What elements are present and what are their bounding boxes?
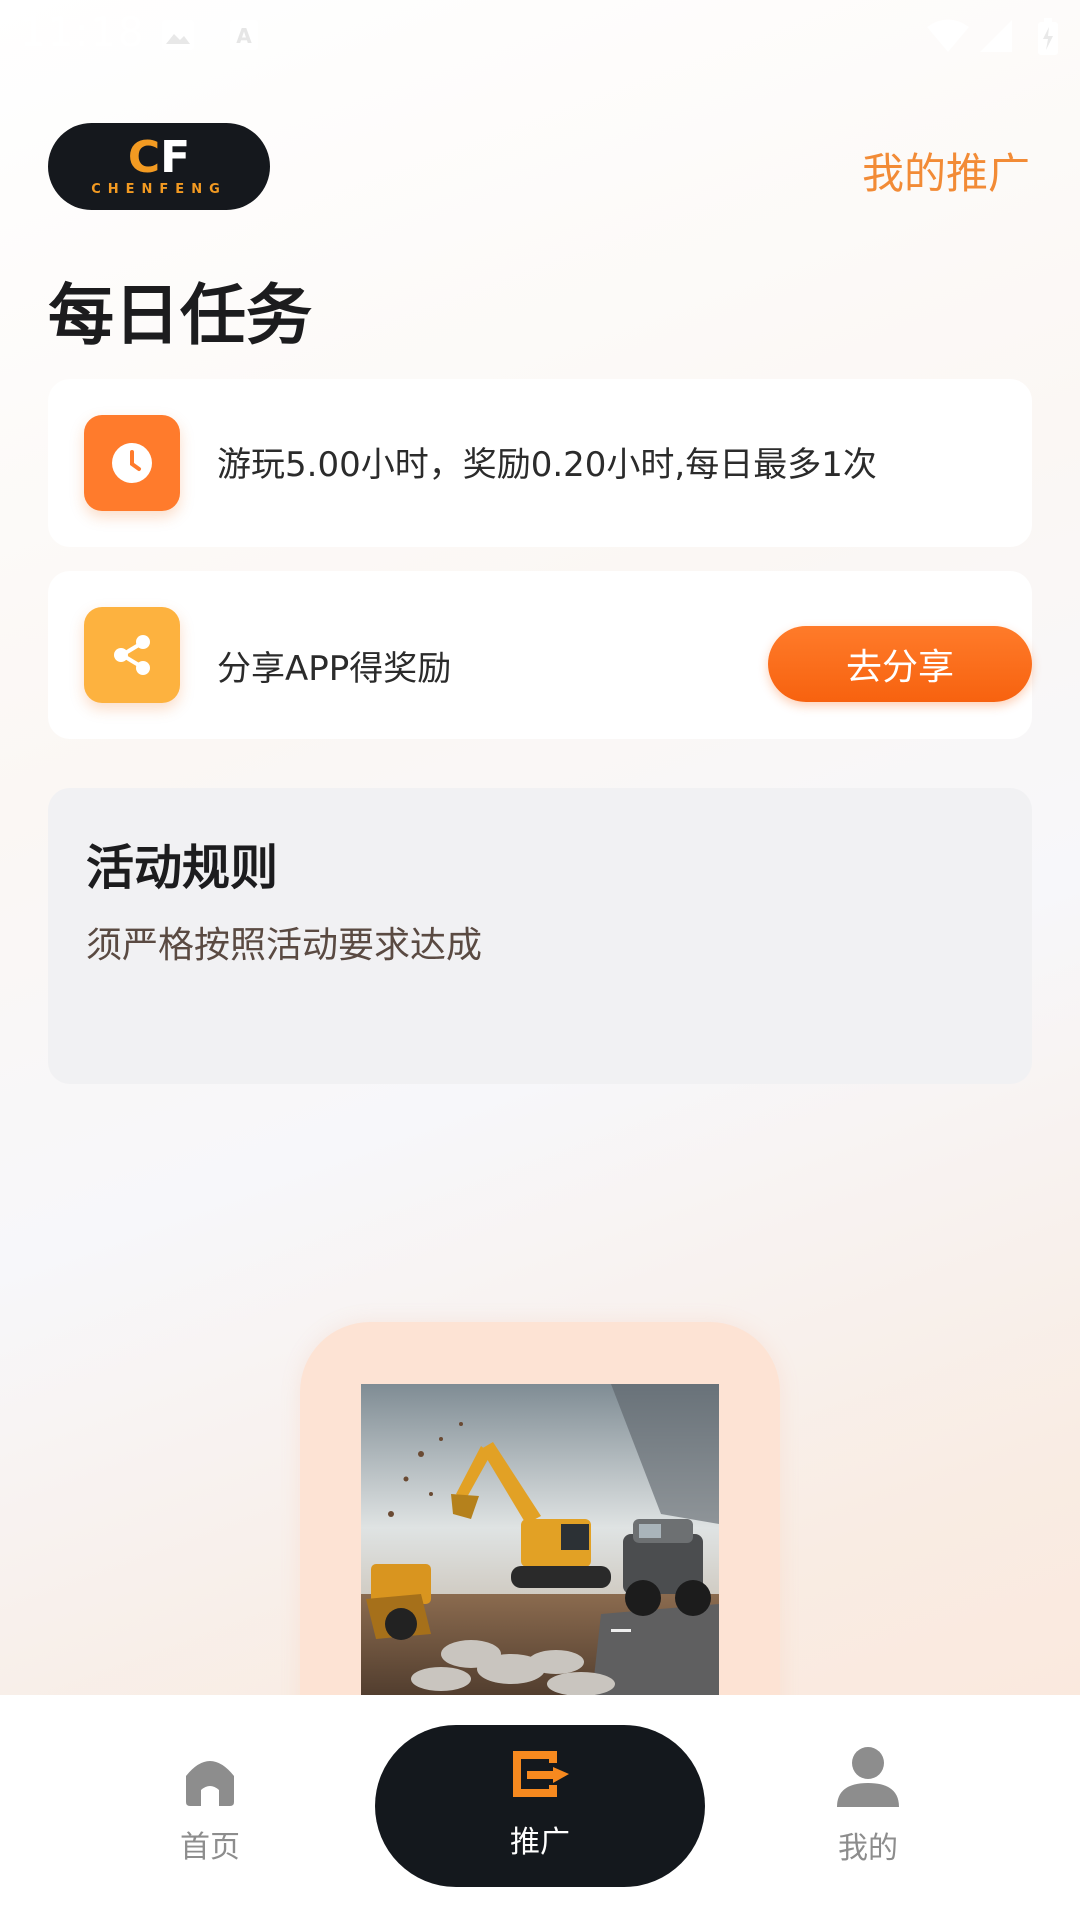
status-time: 11:18 — [20, 10, 146, 56]
svg-text:A: A — [236, 24, 252, 48]
user-icon — [837, 1747, 899, 1807]
logo-wordmark: CHENFENG — [91, 182, 227, 197]
task-card-share: 分享APP得奖励 去分享 — [48, 571, 1032, 739]
share-icon — [84, 607, 180, 703]
wifi-icon — [927, 19, 969, 52]
clock-icon — [84, 415, 180, 511]
signal-icon — [980, 20, 1012, 52]
image-notification-icon — [162, 20, 194, 50]
app-logo: CF CHENFENG — [48, 123, 270, 210]
task-card-playtime: 游玩5.00小时，奖励0.20小时,每日最多1次 — [48, 379, 1032, 547]
bottom-navigation: 首页 推广 我的 — [0, 1695, 1080, 1920]
nav-label: 首页 — [180, 1830, 240, 1865]
task-text: 游玩5.00小时，奖励0.20小时,每日最多1次 — [217, 445, 877, 485]
promo-image-excavator — [361, 1384, 719, 1704]
nav-label: 推广 — [510, 1825, 570, 1860]
nav-mine[interactable]: 我的 — [806, 1745, 930, 1867]
go-share-button[interactable]: 去分享 — [768, 626, 1032, 702]
nav-home[interactable]: 首页 — [148, 1750, 272, 1866]
home-icon — [186, 1761, 234, 1806]
activity-rules-panel: 活动规则 须严格按照活动要求达成 — [48, 788, 1032, 1084]
task-text: 分享APP得奖励 — [217, 649, 452, 689]
a-notification-icon: A — [230, 20, 258, 50]
nav-promotion[interactable]: 推广 — [375, 1725, 705, 1887]
battery-icon — [1038, 18, 1058, 55]
nav-label: 我的 — [838, 1831, 898, 1866]
page-title: 每日任务 — [48, 277, 312, 354]
status-bar: 11:18 A — [0, 0, 1080, 72]
promo-share-icon — [513, 1751, 569, 1797]
rules-title: 活动规则 — [86, 840, 279, 896]
rules-text: 须严格按照活动要求达成 — [86, 925, 483, 966]
my-promotion-link[interactable]: 我的推广 — [862, 140, 1030, 201]
